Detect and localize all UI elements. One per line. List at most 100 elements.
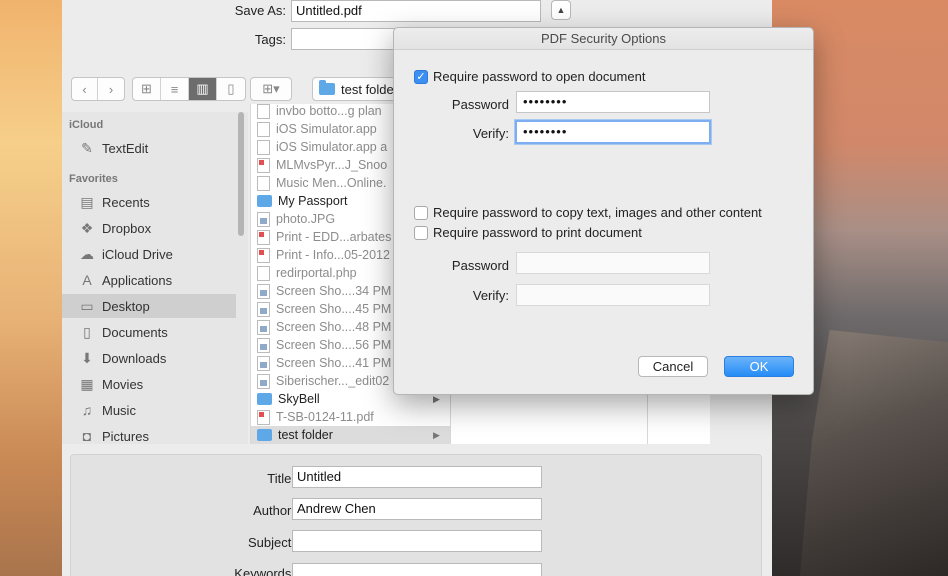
columns-icon: ▥ [196, 81, 209, 96]
sidebar-item-music[interactable]: ♫ Music [62, 398, 236, 422]
download-icon: ⬇ [81, 349, 93, 366]
require-print-password-row[interactable]: Require password to print document [414, 225, 642, 240]
sidebar-item-applications[interactable]: A Applications [62, 268, 236, 292]
sidebar-item-label: Recents [102, 194, 150, 210]
file-name: Screen Sho....34 PM [276, 284, 392, 298]
open-verify-field[interactable]: •••••••• [515, 120, 711, 144]
require-open-password-row[interactable]: ✓ Require password to open document [414, 69, 645, 84]
permissions-password-field[interactable] [516, 252, 710, 274]
metadata-section: Title: Untitled Author: Andrew Chen Subj… [70, 454, 762, 576]
file-name: Music Men...Online. [276, 176, 387, 190]
back-button[interactable]: ‹ [72, 78, 99, 100]
coverflow-icon: ▯ [227, 81, 235, 96]
sidebar-item-label: Dropbox [102, 220, 152, 236]
image-icon [257, 301, 270, 317]
require-copy-password-label: Require password to copy text, images an… [433, 205, 762, 220]
sidebar-item-icloud-drive[interactable]: ☁ iCloud Drive [62, 242, 236, 266]
sidebar-item-label: Movies [102, 376, 144, 392]
forward-button[interactable]: › [98, 78, 124, 100]
image-icon [257, 373, 270, 389]
desktop-icon: ▭ [80, 297, 94, 314]
disclosure-arrow-icon: ▶ [433, 393, 440, 404]
require-print-password-checkbox[interactable] [414, 225, 428, 240]
require-open-password-label: Require password to open document [433, 69, 646, 84]
save-as-field[interactable]: Untitled.pdf [291, 0, 541, 22]
image-icon [257, 211, 270, 227]
sidebar-item-recents[interactable]: ▤ Recents [62, 190, 236, 214]
ok-button[interactable]: OK [724, 356, 794, 377]
subject-field[interactable] [292, 530, 542, 552]
require-open-password-checkbox[interactable]: ✓ [414, 69, 428, 84]
coverflow-view-button[interactable]: ▯ [217, 78, 245, 100]
sidebar-item-pictures[interactable]: ◘ Pictures [62, 424, 236, 444]
arrange-button[interactable]: ⊞▾ [250, 77, 292, 101]
desktop-wallpaper-left [0, 0, 62, 576]
sidebar-item-label: Music [102, 402, 136, 418]
chevron-left-icon: ‹ [82, 81, 87, 97]
tags-label: Tags: [254, 32, 286, 47]
file-name: My Passport [278, 194, 348, 208]
author-field[interactable]: Andrew Chen [292, 498, 542, 520]
keywords-field[interactable] [292, 563, 542, 576]
textedit-icon: ✎ [81, 139, 93, 156]
pdf-icon [257, 247, 270, 263]
list-view-button[interactable]: ≡ [161, 78, 189, 100]
image-icon [257, 283, 270, 299]
file-name: Print - EDD...arbates [276, 230, 392, 244]
document-icon [257, 265, 270, 281]
require-copy-password-checkbox[interactable] [414, 205, 428, 220]
film-icon: ▦ [80, 375, 94, 392]
file-name: Print - Info...05-2012 [276, 248, 390, 262]
require-copy-password-row[interactable]: Require password to copy text, images an… [414, 205, 762, 220]
pdf-security-dialog: PDF Security Options ✓ Require password … [393, 27, 814, 395]
location-popup[interactable]: test folder [312, 77, 402, 101]
file-name: Screen Sho....56 PM [276, 338, 392, 352]
title-field[interactable]: Untitled [292, 466, 542, 488]
open-password-field[interactable]: •••••••• [516, 91, 710, 113]
keywords-label: Keywords: [234, 566, 295, 576]
sidebar-item-movies[interactable]: ▦ Movies [62, 372, 236, 396]
chevron-up-icon: ▲ [556, 5, 566, 15]
camera-icon: ◘ [82, 428, 92, 444]
document-icon [257, 104, 270, 119]
sidebar-item-documents[interactable]: ▯ Documents [62, 320, 236, 344]
image-icon [257, 319, 270, 335]
save-as-label: Save As: [234, 3, 286, 18]
folder-icon [257, 393, 272, 405]
sidebar-item-textedit[interactable]: ✎ TextEdit [62, 136, 236, 160]
sidebar: iCloud ✎ TextEdit Favorites ▤ Recents ❖ … [62, 112, 248, 444]
file-name: photo.JPG [276, 212, 336, 226]
cancel-button[interactable]: Cancel [638, 356, 708, 377]
list-item[interactable]: test folder ▶ [251, 426, 450, 444]
disclosure-arrow-icon: ▶ [433, 429, 440, 440]
icon-view-button[interactable]: ⊞ [133, 78, 161, 100]
expand-button[interactable]: ▲ [551, 0, 571, 20]
sidebar-item-label: TextEdit [102, 140, 149, 156]
file-name: Screen Sho....45 PM [276, 302, 392, 316]
subject-label: Subject: [248, 535, 295, 550]
sidebar-item-dropbox[interactable]: ❖ Dropbox [62, 216, 236, 240]
grid-icon: ⊞ [141, 81, 152, 96]
folder-icon [257, 429, 272, 441]
file-name: iOS Simulator.app a [276, 140, 388, 154]
file-name: invbo botto...g plan [276, 104, 382, 118]
verify-label: Verify: [472, 126, 509, 141]
file-name: Screen Sho....48 PM [276, 320, 392, 334]
image-icon [257, 337, 270, 353]
sidebar-scrollbar[interactable] [238, 112, 244, 236]
file-name: SkyBell [278, 392, 320, 406]
list-item[interactable]: T-SB-0124-11.pdf [251, 408, 450, 426]
file-name: iOS Simulator.app [276, 122, 377, 136]
sidebar-item-desktop[interactable]: ▭ Desktop [62, 294, 236, 318]
column-view-button[interactable]: ▥ [189, 78, 217, 100]
author-label: Author: [253, 503, 295, 518]
permissions-verify-field[interactable] [516, 284, 710, 306]
music-note-icon: ♫ [81, 402, 93, 418]
view-mode-buttons: ⊞ ≡ ▥ ▯ [132, 77, 246, 101]
file-name: T-SB-0124-11.pdf [276, 410, 374, 424]
sidebar-item-downloads[interactable]: ⬇ Downloads [62, 346, 236, 370]
list-icon: ≡ [170, 81, 179, 97]
cloud-icon: ☁ [80, 245, 94, 262]
sidebar-item-label: Pictures [102, 428, 149, 444]
checkmark-icon: ✓ [416, 71, 426, 83]
